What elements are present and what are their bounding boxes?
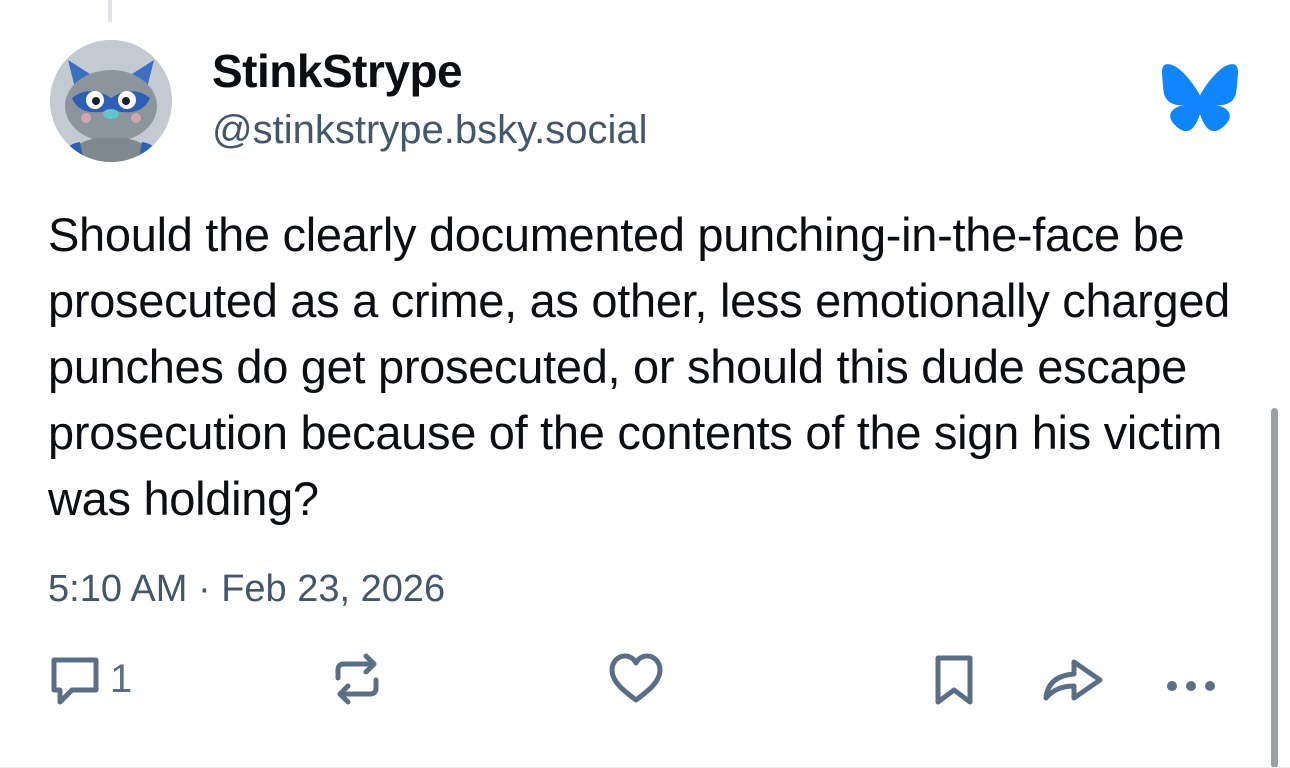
bookmark-icon bbox=[935, 655, 973, 705]
author-display-name[interactable]: StinkStrype bbox=[212, 44, 463, 98]
author-avatar[interactable] bbox=[50, 40, 172, 162]
post-action-bar: 1 bbox=[0, 650, 1290, 726]
reply-count: 1 bbox=[110, 656, 133, 701]
thread-connector-line bbox=[108, 0, 112, 22]
bookmark-button[interactable] bbox=[926, 650, 982, 708]
reply-button[interactable]: 1 bbox=[46, 650, 132, 708]
share-arrow-icon bbox=[1043, 659, 1103, 701]
speech-bubble-icon bbox=[51, 657, 99, 705]
more-options-button[interactable] bbox=[1162, 650, 1224, 708]
author-handle[interactable]: @stinkstrype.bsky.social bbox=[212, 108, 648, 153]
repost-arrows-icon bbox=[335, 653, 379, 705]
post-text: Should the clearly documented punching-i… bbox=[48, 208, 1231, 525]
like-button[interactable] bbox=[606, 650, 666, 708]
heart-icon bbox=[609, 653, 663, 703]
post-timestamp[interactable]: 5:10 AM · Feb 23, 2026 bbox=[48, 568, 445, 611]
scrollbar[interactable] bbox=[1271, 408, 1278, 768]
more-dots-icon bbox=[1167, 681, 1215, 691]
share-button[interactable] bbox=[1040, 650, 1106, 708]
bluesky-butterfly-icon[interactable] bbox=[1162, 64, 1238, 132]
repost-button[interactable] bbox=[328, 650, 386, 708]
raccoon-avatar-icon bbox=[50, 40, 172, 162]
